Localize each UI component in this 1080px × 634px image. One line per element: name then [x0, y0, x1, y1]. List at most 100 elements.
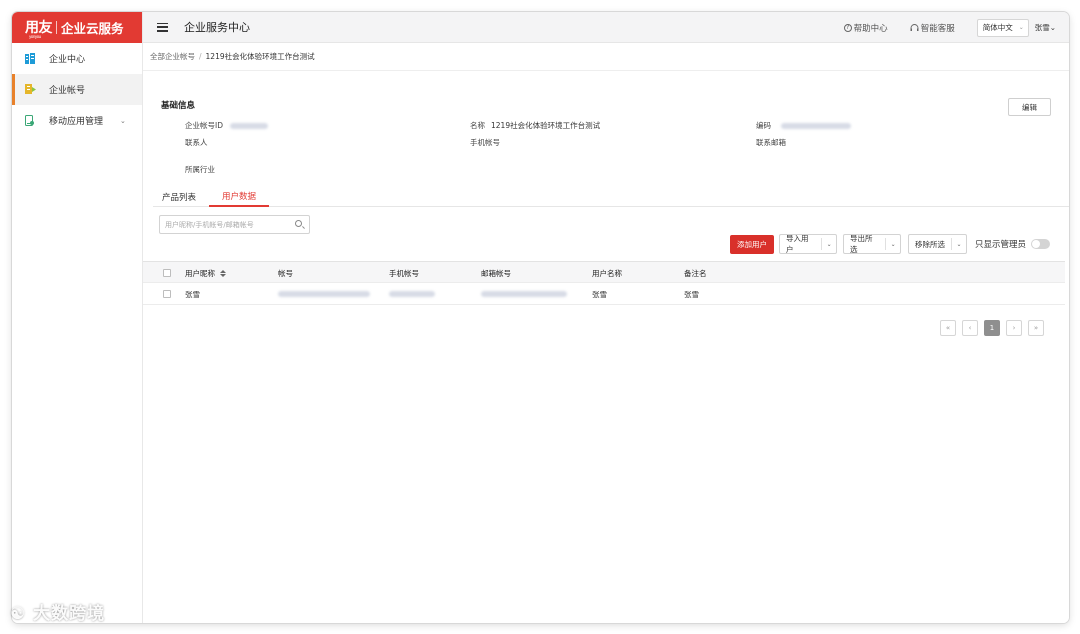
sidebar-item-enterprise-account[interactable]: 企业帐号 — [12, 74, 142, 105]
add-user-button[interactable]: 添加用户 — [730, 235, 774, 254]
basic-info-title: 基础信息 — [161, 101, 196, 111]
name-field: 名称 1219社会化体验环境工作台测试 — [470, 120, 600, 131]
user-table: 用户昵称 帐号 手机帐号 邮箱帐号 用户名称 备注名 张雪 张雪 张雪 — [143, 261, 1065, 305]
field-label: 联系人 — [185, 138, 208, 147]
brand-divider — [56, 21, 57, 34]
app-window: 用友 yonyou 企业云服务 企业中心 企业帐号 移动应用管理 ⌄ 企业服务中… — [12, 12, 1069, 623]
remove-selected-label[interactable]: 移除所选 — [909, 238, 952, 250]
language-value: 简体中文 — [982, 23, 1013, 32]
search-icon[interactable] — [295, 220, 302, 227]
redacted-value — [230, 122, 268, 129]
import-user-button[interactable]: 导入用户 ⌄ — [779, 234, 837, 254]
column-email: 邮箱帐号 — [481, 268, 511, 278]
account-icon — [25, 84, 36, 95]
select-all-checkbox[interactable] — [163, 269, 171, 277]
help-icon: ? — [843, 23, 852, 32]
next-page-button[interactable]: › — [1006, 320, 1022, 336]
field-label: 联系邮箱 — [756, 138, 786, 147]
chevron-down-icon[interactable]: ⌄ — [886, 241, 900, 248]
main-content: 全部企业帐号 / 1219社会化体验环境工作台测试 基础信息 编辑 企业帐号ID… — [143, 43, 1069, 623]
user-menu[interactable]: 张雪⌄ — [1035, 22, 1056, 33]
breadcrumb-current: 1219社会化体验环境工作台测试 — [205, 52, 315, 61]
cell-phone — [389, 283, 435, 305]
column-username: 用户名称 — [592, 268, 622, 278]
sort-icon[interactable] — [220, 269, 226, 277]
redacted-value — [781, 122, 851, 129]
sidebar: 用友 yonyou 企业云服务 企业中心 企业帐号 移动应用管理 ⌄ — [12, 12, 143, 623]
field-label: 名称 — [470, 121, 485, 130]
tab-user-data[interactable]: 用户数据 — [209, 186, 270, 207]
breadcrumb-root[interactable]: 全部企业帐号 — [150, 51, 195, 62]
email-field: 联系邮箱 — [756, 137, 786, 148]
yonyou-logo: 用友 yonyou — [25, 19, 53, 39]
field-label: 手机帐号 — [470, 138, 500, 147]
table-header: 用户昵称 帐号 手机帐号 邮箱帐号 用户名称 备注名 — [143, 261, 1065, 283]
top-bar: 企业服务中心 ? 帮助中心 智能客服 简体中文 ⌄ 张雪⌄ — [143, 12, 1069, 43]
sidebar-item-label: 移动应用管理 — [49, 117, 104, 127]
remove-selected-button[interactable]: 移除所选 ⌄ — [908, 234, 967, 254]
mobile-app-icon — [25, 115, 35, 126]
user-name: 张雪 — [1034, 23, 1050, 32]
sidebar-item-label: 企业中心 — [49, 55, 86, 65]
chevron-down-icon: ⌄ — [1049, 23, 1056, 32]
first-page-button[interactable]: « — [940, 320, 956, 336]
column-nickname[interactable]: 用户昵称 — [185, 262, 226, 284]
only-admin-filter: 只显示管理员 — [975, 238, 1051, 250]
search-input[interactable]: 用户昵称/手机帐号/邮箱帐号 — [159, 215, 310, 234]
tab-bar: 产品列表 用户数据 — [153, 186, 1069, 207]
cell-nickname: 张雪 — [185, 289, 200, 299]
only-admin-label: 只显示管理员 — [975, 240, 1027, 250]
field-label: 所属行业 — [185, 165, 215, 174]
chevron-down-icon[interactable]: ⌄ — [952, 241, 966, 248]
prev-page-button[interactable]: ‹ — [962, 320, 978, 336]
edit-button[interactable]: 编辑 — [1008, 98, 1051, 116]
menu-icon[interactable] — [157, 22, 168, 32]
headset-icon — [910, 23, 919, 32]
import-user-label[interactable]: 导入用户 — [780, 234, 823, 254]
last-page-button[interactable]: » — [1028, 320, 1044, 336]
chevron-down-icon[interactable]: ⌄ — [822, 241, 836, 248]
column-account: 帐号 — [278, 268, 293, 278]
phone-field: 手机帐号 — [470, 137, 500, 148]
column-remark: 备注名 — [684, 268, 707, 278]
cell-remark: 张雪 — [684, 289, 699, 299]
cell-username: 张雪 — [592, 289, 607, 299]
brand-header[interactable]: 用友 yonyou 企业云服务 — [12, 12, 142, 43]
row-checkbox[interactable] — [163, 290, 171, 298]
watermark-text: 大数跨境 — [33, 604, 106, 624]
code-field: 编码 — [756, 120, 851, 131]
brand-name: 企业云服务 — [61, 21, 124, 36]
help-center-label: 帮助中心 — [853, 23, 888, 34]
tab-product-list[interactable]: 产品列表 — [153, 186, 205, 207]
sidebar-item-enterprise-center[interactable]: 企业中心 — [12, 43, 142, 74]
breadcrumb: 全部企业帐号 / 1219社会化体验环境工作台测试 — [143, 43, 1069, 71]
pagination: « ‹ 1 › » — [940, 320, 1044, 336]
redacted-value — [278, 291, 370, 297]
watermark-symbol-icon: ☯ — [10, 604, 27, 624]
help-center-link[interactable]: ? 帮助中心 — [843, 22, 888, 34]
row-select-cell — [163, 283, 171, 305]
export-selected-button[interactable]: 导出所选 ⌄ — [843, 234, 901, 254]
sidebar-item-mobile-app-management[interactable]: 移动应用管理 ⌄ — [12, 105, 142, 136]
chevron-down-icon[interactable]: ⌄ — [120, 117, 126, 125]
only-admin-toggle[interactable] — [1031, 239, 1051, 249]
smart-support-link[interactable]: 智能客服 — [910, 22, 955, 34]
sidebar-item-label: 企业帐号 — [49, 86, 86, 96]
table-row[interactable]: 张雪 张雪 张雪 — [143, 283, 1065, 305]
page-title: 企业服务中心 — [184, 21, 250, 34]
redacted-value — [389, 291, 435, 297]
cell-email — [481, 283, 567, 305]
cell-account — [278, 283, 370, 305]
account-id-field: 企业帐号ID — [185, 120, 268, 131]
export-selected-label[interactable]: 导出所选 — [844, 234, 887, 254]
field-value: 1219社会化体验环境工作台测试 — [491, 121, 601, 130]
breadcrumb-separator: / — [199, 52, 202, 61]
field-label: 编码 — [756, 121, 771, 130]
select-all-cell — [163, 262, 171, 284]
column-phone: 手机帐号 — [389, 268, 419, 278]
language-select[interactable]: 简体中文 ⌄ — [976, 18, 1029, 37]
contact-field: 联系人 — [185, 137, 208, 148]
column-header-label: 用户昵称 — [185, 268, 215, 278]
industry-field: 所属行业 — [185, 164, 215, 175]
page-button-current[interactable]: 1 — [984, 320, 1000, 336]
